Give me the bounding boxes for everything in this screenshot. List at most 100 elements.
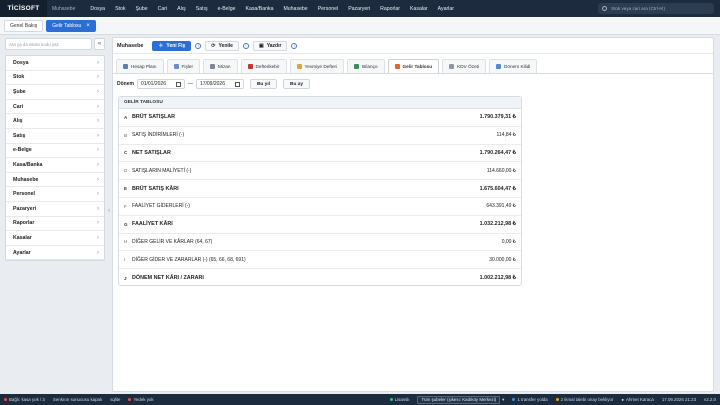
tab-defterikebir[interactable]: Defterikebir — [240, 59, 287, 73]
sidebar-item-alis[interactable]: Alış › — [6, 114, 104, 129]
branch-select[interactable]: Tüm şubeler (şikesı: Kadıköy Merkezi) — [417, 395, 501, 404]
sidebar-item-raporlar[interactable]: Raporlar › — [6, 217, 104, 232]
new-voucher-button[interactable]: ＋ Yeni Fiş — [152, 40, 192, 51]
menu-ayarlar[interactable]: Ayarlar — [433, 6, 459, 12]
tab-fisler[interactable]: Fişler — [166, 59, 201, 73]
tab-donem-kilidi[interactable]: Dönem Kilidi — [489, 59, 538, 73]
row-code: G — [124, 221, 128, 227]
menu-pazaryeri[interactable]: Pazaryeri — [343, 6, 375, 12]
end-date-input[interactable]: 17/09/2026 — [195, 79, 244, 89]
tab-kdv-ozeti[interactable]: KDV Özeti — [442, 59, 487, 73]
global-search-input[interactable]: Stok veya cari ara (Ctrl+K) — [598, 3, 714, 14]
tab-label: Genel Bakış — [10, 22, 38, 29]
sidebar-item-kasalar[interactable]: Kasalar › — [6, 231, 104, 246]
branch-selector[interactable]: Tüm şubeler (şikesı: Kadıköy Merkezi) ▾ — [413, 395, 508, 404]
menu-e-belge[interactable]: e-Belge — [213, 6, 241, 12]
sidebar-item-satis[interactable]: Satış › — [6, 129, 104, 144]
status-user[interactable]: ● Ahmet Karaca — [617, 397, 657, 402]
chevron-right-icon: › — [97, 88, 99, 95]
sidebar-item-label: e-Belge — [13, 147, 32, 154]
status-dot-icon — [512, 398, 516, 401]
status-bar: Bağlı: kasa yok / 3 Senkron sunucusu kap… — [0, 394, 720, 405]
menu-stok[interactable]: Stok — [110, 6, 130, 12]
balance-scale-icon — [210, 64, 216, 69]
menu-alis[interactable]: Alış — [172, 6, 191, 12]
subtab-label: Mizan — [218, 64, 231, 69]
sidebar-item-label: Muhasebe — [13, 176, 39, 183]
status-datetime: 17.09.2026 21:23 — [658, 397, 700, 402]
calendar-icon[interactable] — [234, 81, 240, 87]
menu-raporlar[interactable]: Raporlar — [375, 6, 405, 12]
sidebar-item-label: Cari — [13, 103, 24, 110]
sidebar-item-ayarlar[interactable]: Ayarlar › — [6, 246, 104, 261]
menu-kasalar[interactable]: Kasalar — [405, 6, 433, 12]
end-date-value: 17/09/2026 — [199, 81, 225, 87]
tab-yevmiye-defteri[interactable]: Yevmiye Defteri — [289, 59, 345, 73]
page-tabs: Genel Bakış Gelir Tablosu × — [0, 17, 720, 35]
status-connection-text: Bağlı: kasa yok / 3 — [9, 397, 45, 402]
info-icon[interactable]: i — [291, 42, 298, 49]
status-transfer[interactable]: 1 transfer yolda — [508, 397, 551, 402]
print-button[interactable]: ▣ Yazdır — [252, 40, 288, 51]
close-icon[interactable]: × — [86, 23, 90, 29]
tab-mizan[interactable]: Mizan — [203, 59, 238, 73]
this-year-button[interactable]: Bu yıl — [249, 79, 278, 89]
user-icon: ● — [621, 397, 625, 402]
sidebar-item-e-belge[interactable]: e-Belge › — [6, 144, 104, 159]
sidebar-collapse-button[interactable]: « — [94, 38, 105, 50]
sidebar-item-label: Satış — [13, 132, 26, 139]
status-version: v2.2.0 — [700, 397, 720, 402]
chevron-right-icon: › — [97, 191, 99, 198]
tab-hesap-plani[interactable]: Hesap Planı — [116, 59, 164, 73]
sidebar-item-muhasebe[interactable]: Muhasebe › — [6, 173, 104, 188]
menu-dosya[interactable]: Dosya — [85, 6, 110, 12]
menu-satis[interactable]: Satış — [191, 6, 213, 12]
sidebar-item-kasa-banka[interactable]: Kasa/Banka › — [6, 158, 104, 173]
report-title: GELİR TABLOSU — [119, 97, 521, 109]
sidebar-resize-handle[interactable]: ‹ — [108, 208, 110, 214]
module-name: Muhasebe — [52, 5, 76, 12]
row-value: 1.675.604,47 ₺ — [479, 185, 516, 192]
period-label: Dönem — [117, 81, 134, 87]
menu-kasa-banka[interactable]: Kasa/Banka — [240, 6, 278, 12]
menu-muhasebe[interactable]: Muhasebe — [278, 6, 312, 12]
toolbar: Muhasebe ＋ Yeni Fiş i ⟳ Yenile i ▣ Yazdı… — [113, 38, 713, 54]
calendar-icon[interactable] — [175, 81, 181, 87]
ledger-book-icon — [247, 64, 253, 69]
sidebar-item-personel[interactable]: Personel › — [6, 187, 104, 202]
status-pending[interactable]: 2 ikmal talebi onay bekliyor — [552, 397, 618, 402]
tab-gelir-tablosu[interactable]: Gelir Tablosu × — [46, 19, 96, 32]
menu-sube[interactable]: Şube — [130, 6, 152, 12]
refresh-button[interactable]: ⟳ Yenile — [205, 40, 239, 51]
chevron-right-icon: › — [97, 205, 99, 212]
chevron-right-icon: › — [97, 234, 99, 241]
sidebar-item-pazaryeri[interactable]: Pazaryeri › — [6, 202, 104, 217]
status-version-text: v2.2.0 — [704, 397, 716, 402]
sidebar: Ara ya da ekran kodu yaz « Dosya › Stok › … — [5, 38, 105, 390]
status-backup[interactable]: Yedek yok — [124, 397, 157, 402]
sidebar-search-input[interactable]: Ara ya da ekran kodu yaz — [5, 38, 92, 50]
this-month-button[interactable]: Bu ay — [283, 79, 311, 89]
menu-personel[interactable]: Personel — [313, 6, 343, 12]
table-row: F FAALİYET GİDERLERİ (-) 643.391,49 ₺ — [119, 198, 521, 216]
tab-genel-bakis[interactable]: Genel Bakış — [4, 19, 44, 32]
chevron-right-icon: › — [97, 118, 99, 125]
status-server: Senkron sunucusu kapalı — [49, 397, 106, 402]
row-label: BRÜT SATIŞ KÂRI — [132, 185, 179, 192]
tab-bilanco[interactable]: Bilanço — [347, 59, 385, 73]
tab-gelir-tablosu-sub[interactable]: Gelir Tablosu — [387, 59, 440, 73]
sidebar-item-sube[interactable]: Şube › — [6, 85, 104, 100]
sidebar-item-label: Kasalar — [13, 234, 32, 241]
subtab-label: Gelir Tablosu — [402, 64, 433, 69]
sidebar-item-stok[interactable]: Stok › — [6, 71, 104, 86]
chevron-right-icon: › — [97, 220, 99, 227]
refresh-label: Yenile — [218, 42, 233, 49]
start-date-input[interactable]: 01/01/2026 — [136, 79, 185, 89]
app-logo[interactable]: TİCİSOFT — [0, 0, 47, 17]
sidebar-item-dosya[interactable]: Dosya › — [6, 56, 104, 71]
menu-cari[interactable]: Cari — [153, 6, 173, 12]
info-icon[interactable]: i — [242, 42, 249, 49]
sidebar-item-cari[interactable]: Cari › — [6, 100, 104, 115]
sidebar-item-label: Pazaryeri — [13, 205, 37, 212]
info-icon[interactable]: i — [195, 42, 202, 49]
